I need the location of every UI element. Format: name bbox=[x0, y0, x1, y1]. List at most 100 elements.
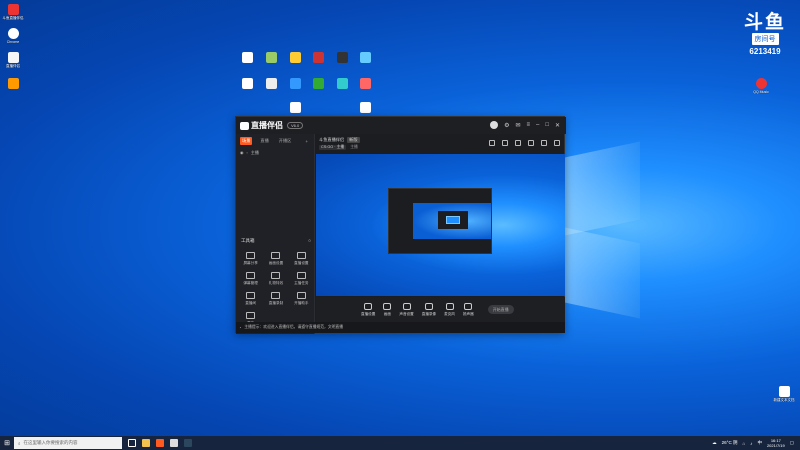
desktop-icon[interactable]: QQ Music bbox=[750, 78, 772, 94]
desktop-icon[interactable] bbox=[260, 52, 282, 63]
task-view-icon[interactable] bbox=[128, 439, 136, 447]
image-icon[interactable] bbox=[502, 140, 508, 146]
desktop-icon[interactable] bbox=[284, 52, 306, 63]
wallpaper-beam bbox=[560, 226, 640, 319]
gift-panel-icon[interactable] bbox=[541, 140, 547, 146]
desktop-icon[interactable] bbox=[354, 52, 376, 63]
maximize-icon[interactable]: □ bbox=[545, 122, 549, 128]
app-icon bbox=[359, 52, 371, 63]
control-button[interactable]: 麦克风 bbox=[444, 302, 455, 317]
control-button[interactable]: 直播设置 bbox=[361, 302, 376, 317]
desktop-icon[interactable] bbox=[2, 78, 24, 90]
app-icon[interactable] bbox=[170, 439, 178, 447]
control-label: 声音设置 bbox=[399, 311, 414, 316]
desktop-icon[interactable] bbox=[354, 78, 376, 89]
control-button[interactable]: 声音设置 bbox=[399, 302, 414, 317]
settings-icon[interactable]: ⚙ bbox=[504, 122, 509, 129]
stream-preview[interactable] bbox=[316, 154, 565, 296]
app-icon bbox=[336, 52, 348, 63]
weather-icon[interactable]: ☁ bbox=[712, 440, 717, 446]
eye-icon[interactable]: ◉ bbox=[240, 150, 244, 156]
tool-item[interactable]: 礼物特效 bbox=[263, 272, 288, 286]
network-icon[interactable]: ⌂ bbox=[742, 441, 745, 446]
record-icon bbox=[271, 292, 281, 299]
control-button[interactable]: 扬声器 bbox=[463, 302, 474, 317]
minimize-icon[interactable]: – bbox=[536, 122, 539, 128]
desktop-icon[interactable] bbox=[284, 78, 306, 89]
desktop-icon[interactable]: 直播伴侣 bbox=[2, 52, 24, 68]
steam-icon[interactable] bbox=[184, 439, 192, 447]
control-label: 直播设置 bbox=[361, 311, 376, 316]
layout-icon[interactable] bbox=[489, 140, 495, 146]
desktop-icon[interactable] bbox=[307, 52, 329, 63]
tab-scene[interactable]: 场景 bbox=[240, 137, 253, 145]
live-settings-icon bbox=[296, 252, 306, 259]
chat-icon[interactable] bbox=[528, 140, 534, 146]
app-brand: 直播伴侣 bbox=[240, 120, 283, 131]
mail-icon[interactable]: ✉ bbox=[515, 122, 520, 129]
scene-tabs: 场景 直播 开播区 + bbox=[236, 134, 314, 148]
tool-item[interactable]: 开播助手 bbox=[289, 292, 314, 306]
wallpaper-beam bbox=[560, 141, 640, 237]
desktop-icon[interactable]: 新建文本文档 bbox=[773, 386, 795, 402]
desktop-icon[interactable] bbox=[236, 78, 258, 89]
version-badge[interactable]: V6.0 bbox=[287, 122, 304, 129]
desktop-icon[interactable] bbox=[284, 102, 306, 113]
music-icon bbox=[755, 78, 767, 89]
tool-item[interactable]: 屏幕分享 bbox=[238, 252, 263, 266]
app-titlebar[interactable]: 直播伴侣 V6.0 ⚙ ✉ ≡ – □ ✕ bbox=[236, 117, 566, 134]
taskbar-search[interactable]: ⌕ 在这里输入你要搜索的内容 bbox=[14, 437, 122, 449]
refresh-icon[interactable]: ○ bbox=[308, 238, 311, 244]
lock-icon[interactable]: ▫ bbox=[247, 150, 248, 156]
desktop-icon[interactable]: Chrome bbox=[2, 28, 24, 44]
tab-live[interactable]: 直播 bbox=[258, 137, 270, 145]
weather-text[interactable]: 26°C 阴 bbox=[722, 440, 738, 446]
desktop-icon[interactable] bbox=[307, 78, 329, 89]
tool-item[interactable]: 弹幕管理 bbox=[238, 272, 263, 286]
stream-title-text[interactable]: 斗鱼直播伴侣 bbox=[319, 137, 344, 143]
picture-settings-icon bbox=[271, 252, 281, 259]
windows-start-icon[interactable]: ⊞ bbox=[0, 439, 14, 447]
tool-label: 弹幕管理 bbox=[243, 281, 258, 285]
volume-icon[interactable]: ♪ bbox=[750, 441, 752, 446]
desktop-icon[interactable] bbox=[260, 78, 282, 89]
tool-label: 画面设置 bbox=[268, 261, 284, 265]
desktop-icon[interactable]: 斗鱼直播伴侣 bbox=[2, 4, 24, 20]
input-lang[interactable]: 中 bbox=[757, 440, 762, 446]
start-live-button[interactable]: 开始直播 bbox=[487, 305, 514, 314]
room-icon bbox=[246, 292, 256, 299]
avatar[interactable] bbox=[490, 121, 499, 129]
app-icon bbox=[312, 78, 324, 89]
douyu-watermark: 斗鱼 房间号 6213419 bbox=[740, 12, 790, 56]
notification-icon[interactable]: ▢ bbox=[790, 440, 794, 446]
add-scene-icon[interactable]: + bbox=[304, 138, 310, 145]
app-icon bbox=[289, 52, 301, 63]
room-number: 6213419 bbox=[749, 47, 781, 56]
stats-icon[interactable] bbox=[515, 140, 521, 146]
control-label: 麦克风 bbox=[444, 311, 455, 316]
douyu-app-icon[interactable] bbox=[156, 439, 164, 447]
tool-item[interactable]: 直播录制 bbox=[263, 292, 288, 306]
control-button[interactable]: 直播录像 bbox=[422, 302, 436, 317]
clock[interactable]: 16:17 2021/7/19 bbox=[767, 438, 785, 448]
close-icon[interactable]: ✕ bbox=[555, 122, 560, 129]
desktop-icon[interactable] bbox=[331, 52, 353, 63]
desktop-icon[interactable] bbox=[354, 102, 376, 113]
tools-heading: 工具箱 bbox=[241, 238, 255, 243]
category-tag[interactable]: CS:GO · 主播 bbox=[319, 145, 347, 150]
tab-area[interactable]: 开播区 bbox=[277, 137, 294, 145]
desktop-icon[interactable] bbox=[236, 52, 258, 63]
tool-item[interactable]: 画面设置 bbox=[263, 252, 288, 266]
desktop-icon[interactable] bbox=[331, 78, 353, 89]
tool-item[interactable]: 主播任务 bbox=[289, 272, 314, 286]
menu-icon[interactable]: ≡ bbox=[526, 122, 530, 128]
tool-item[interactable]: 直播设置 bbox=[289, 252, 314, 266]
desktop-icon-label: 斗鱼直播伴侣 bbox=[2, 16, 24, 20]
control-button[interactable]: 画面 bbox=[383, 302, 392, 317]
scene-row[interactable]: ◉ ▫ 主播 bbox=[236, 148, 314, 158]
chrome-icon bbox=[7, 28, 19, 39]
douyu-logo: 斗鱼 bbox=[743, 11, 786, 33]
share-icon[interactable] bbox=[554, 140, 560, 146]
explorer-icon[interactable] bbox=[142, 439, 150, 447]
tool-item[interactable]: 直播间 bbox=[238, 292, 263, 306]
